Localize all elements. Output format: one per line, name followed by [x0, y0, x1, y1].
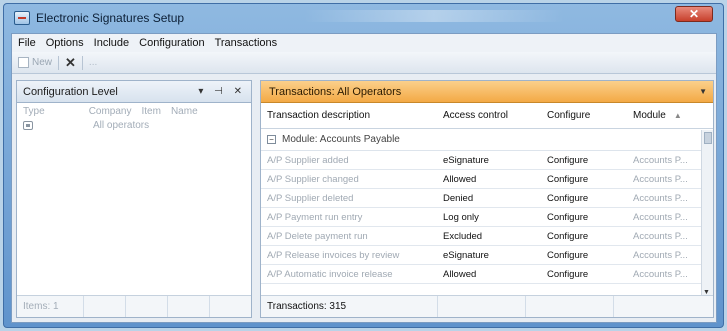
row-access-control[interactable]: Allowed	[437, 174, 541, 185]
row-module: Accounts P...	[633, 173, 688, 185]
table-row[interactable]: A/P Release invoices by review eSignatur…	[261, 246, 713, 265]
menu-options[interactable]: Options	[46, 37, 84, 49]
row-access-control[interactable]: Allowed	[437, 269, 541, 280]
new-button-label: New	[32, 57, 53, 68]
menu-file[interactable]: File	[18, 37, 36, 49]
transactions-count: Transactions: 315	[267, 301, 347, 312]
transactions-status-bar: Transactions: 315	[261, 295, 713, 317]
client-area: File Options Include Configuration Trans…	[11, 33, 717, 323]
table-row[interactable]: A/P Automatic invoice release Allowed Co…	[261, 265, 713, 284]
row-description: A/P Payment run entry	[267, 211, 363, 223]
row-configure-link[interactable]: Configure	[541, 155, 627, 166]
row-description: A/P Delete payment run	[267, 230, 368, 242]
menu-configuration[interactable]: Configuration	[139, 37, 204, 49]
row-configure-link[interactable]: Configure	[541, 212, 627, 223]
items-status-bar: Items: 1	[17, 295, 251, 317]
transactions-title: Transactions: All Operators	[269, 85, 402, 98]
window-title: Electronic Signatures Setup	[36, 11, 185, 25]
row-description: A/P Supplier changed	[267, 173, 359, 185]
table-row[interactable]: A/P Supplier changed Allowed Configure A…	[261, 170, 713, 189]
menu-include[interactable]: Include	[94, 37, 129, 49]
vertical-scrollbar[interactable]: ▼	[701, 130, 713, 297]
toolbar-separator	[58, 55, 60, 70]
row-configure-link[interactable]: Configure	[541, 193, 627, 204]
row-access-control[interactable]: eSignature	[437, 155, 541, 166]
list-item-company: All operators	[93, 119, 150, 131]
row-configure-link[interactable]: Configure	[541, 269, 627, 280]
configuration-level-pane: Configuration Level ▾ ⊣ ✕ Type Company I…	[16, 80, 252, 318]
app-window: Electronic Signatures Setup ✕ File Optio…	[3, 3, 724, 328]
configuration-level-columns: Type Company Item Name	[17, 103, 251, 119]
toolbar: New ✕ ...	[12, 52, 716, 74]
row-description: A/P Supplier deleted	[267, 192, 354, 204]
new-document-icon	[18, 57, 29, 68]
menu-bar: File Options Include Configuration Trans…	[12, 34, 716, 52]
column-name[interactable]: Name	[171, 106, 198, 117]
configuration-level-title: Configuration Level	[23, 85, 118, 98]
close-button[interactable]: ✕	[675, 6, 713, 22]
row-module: Accounts P...	[633, 192, 688, 204]
column-item[interactable]: Item	[142, 106, 161, 117]
row-description: A/P Automatic invoice release	[267, 268, 393, 280]
column-module-label: Module	[633, 110, 666, 121]
menu-transactions[interactable]: Transactions	[215, 37, 278, 49]
row-configure-link[interactable]: Configure	[541, 174, 627, 185]
title-bar[interactable]: Electronic Signatures Setup ✕	[4, 4, 723, 32]
sort-ascending-icon: ▲	[673, 111, 682, 120]
row-module: Accounts P...	[633, 268, 688, 280]
configuration-level-header: Configuration Level ▾ ⊣ ✕	[17, 81, 251, 103]
table-row[interactable]: A/P Supplier added eSignature Configure …	[261, 151, 713, 170]
table-row[interactable]: A/P Delete payment run Excluded Configur…	[261, 227, 713, 246]
scrollbar-thumb[interactable]	[704, 132, 712, 144]
column-company[interactable]: Company	[89, 106, 132, 117]
column-access-control[interactable]: Access control	[437, 110, 541, 121]
pane-controls[interactable]: ▾ ⊣ ✕	[198, 86, 251, 97]
row-module: Accounts P...	[633, 230, 688, 242]
row-access-control[interactable]: Denied	[437, 193, 541, 204]
column-configure[interactable]: Configure	[541, 110, 627, 121]
delete-button[interactable]: ✕	[65, 55, 76, 71]
disabled-tool-button[interactable]: ...	[89, 57, 97, 68]
grid-header: Transaction description Access control C…	[261, 103, 713, 129]
collapse-icon[interactable]: −	[267, 135, 276, 144]
row-configure-link[interactable]: Configure	[541, 250, 627, 261]
row-description: A/P Supplier added	[267, 154, 349, 166]
operators-icon	[23, 120, 33, 130]
table-row[interactable]: A/P Payment run entry Log only Configure…	[261, 208, 713, 227]
row-access-control[interactable]: eSignature	[437, 250, 541, 261]
list-item[interactable]: All operators	[17, 119, 251, 131]
transactions-header: Transactions: All Operators ▼	[261, 81, 713, 103]
app-icon	[14, 11, 30, 25]
new-button[interactable]: New	[18, 57, 52, 68]
column-type[interactable]: Type	[23, 106, 45, 117]
chevron-down-icon[interactable]: ▼	[699, 87, 707, 96]
row-access-control[interactable]: Excluded	[437, 231, 541, 242]
row-access-control[interactable]: Log only	[437, 212, 541, 223]
group-row[interactable]: − Module: Accounts Payable	[261, 129, 713, 151]
row-module: Accounts P...	[633, 249, 688, 261]
row-module: Accounts P...	[633, 211, 688, 223]
column-transaction-description[interactable]: Transaction description	[261, 110, 437, 121]
group-label: Module: Accounts Payable	[282, 134, 400, 145]
row-description: A/P Release invoices by review	[267, 249, 400, 261]
row-module: Accounts P...	[633, 154, 688, 166]
table-row[interactable]: A/P Supplier deleted Denied Configure Ac…	[261, 189, 713, 208]
column-module[interactable]: Module ▲	[627, 110, 699, 121]
transactions-pane: Transactions: All Operators ▼ Transactio…	[260, 80, 714, 318]
items-count: Items: 1	[23, 301, 59, 312]
row-configure-link[interactable]: Configure	[541, 231, 627, 242]
title-bar-highlight	[304, 10, 564, 22]
toolbar-separator	[81, 55, 83, 70]
